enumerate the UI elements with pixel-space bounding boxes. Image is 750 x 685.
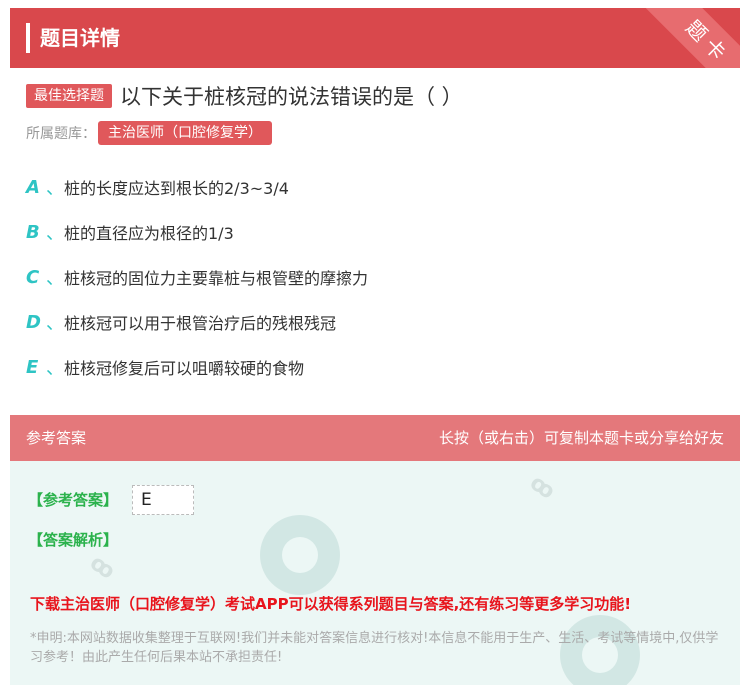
bank-label: 所属题库：: [26, 126, 96, 142]
page-title: 题目详情: [40, 26, 120, 50]
option-text: 桩核冠的固位力主要靠桩与根管壁的摩擦力: [64, 269, 369, 288]
option-text: 桩核冠修复后可以咀嚼较硬的食物: [64, 359, 305, 378]
header-accent-bar: [26, 23, 30, 53]
answer-value: E: [132, 485, 194, 515]
option-b[interactable]: B 、 桩的直径应为根径的1/3: [26, 219, 234, 245]
answer-header: 参考答案 长按（或右击）可复制本题卡或分享给好友: [10, 415, 740, 461]
download-app-link[interactable]: 下载主治医师（口腔修复学）考试APP可以获得系列题目与答案,还有练习等更多学习功…: [30, 593, 631, 614]
watermark-icon: ꝏ: [85, 550, 120, 585]
option-separator: 、: [46, 358, 64, 379]
question-bank-row: 所属题库： 主治医师（口腔修复学）: [26, 120, 272, 146]
option-letter: A: [26, 176, 40, 198]
option-separator: 、: [46, 178, 64, 199]
answer-panel: ꝏ ꝏ 参考答案 长按（或右击）可复制本题卡或分享给好友 【参考答案】 E 【答…: [10, 415, 740, 685]
option-separator: 、: [46, 268, 64, 289]
option-c[interactable]: C 、 桩核冠的固位力主要靠桩与根管壁的摩擦力: [26, 264, 368, 290]
question-row: 最佳选择题 以下关于桩核冠的说法错误的是（ ）: [26, 80, 463, 112]
option-separator: 、: [46, 313, 64, 334]
corner-ribbon: 题卡: [640, 8, 740, 68]
option-letter: E: [26, 356, 39, 378]
watermark-icon: ꝏ: [525, 470, 560, 505]
share-hint: 长按（或右击）可复制本题卡或分享给好友: [438, 429, 724, 447]
option-letter: D: [26, 311, 41, 333]
disclaimer-text: *申明:本网站数据收集整理于互联网!我们并未能对答案信息进行核对!本信息不能用于…: [30, 631, 719, 665]
answer-label: 【参考答案】: [28, 491, 119, 509]
option-text: 桩核冠可以用于根管治疗后的残根残冠: [64, 314, 337, 333]
question-text: 以下关于桩核冠的说法错误的是（ ）: [120, 85, 463, 109]
watermark-logo-icon: [260, 515, 340, 595]
corner-label: 题卡: [644, 8, 740, 68]
option-letter: C: [26, 266, 40, 288]
detail-header: 题目详情 题卡: [10, 8, 740, 68]
analysis-label: 【答案解析】: [28, 531, 119, 549]
option-e[interactable]: E 、 桩核冠修复后可以咀嚼较硬的食物: [26, 354, 304, 380]
option-letter: B: [26, 221, 40, 243]
question-type-badge: 最佳选择题: [26, 84, 112, 108]
option-d[interactable]: D 、 桩核冠可以用于根管治疗后的残根残冠: [26, 309, 336, 335]
answer-header-title: 参考答案: [26, 429, 87, 447]
option-a[interactable]: A 、 桩的长度应达到根长的2/3~3/4: [26, 174, 289, 200]
bank-link[interactable]: 主治医师（口腔修复学）: [98, 121, 272, 145]
option-text: 桩的长度应达到根长的2/3~3/4: [64, 179, 289, 198]
option-text: 桩的直径应为根径的1/3: [64, 224, 234, 243]
option-separator: 、: [46, 223, 64, 244]
